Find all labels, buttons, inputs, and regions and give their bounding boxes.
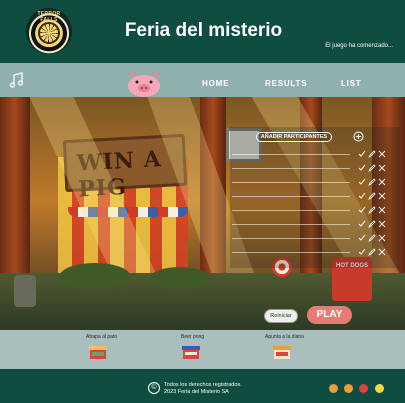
delete-icon[interactable] bbox=[378, 192, 386, 200]
participant-row bbox=[230, 248, 400, 256]
youtube-icon[interactable] bbox=[375, 384, 384, 393]
delete-icon[interactable] bbox=[378, 206, 386, 214]
check-icon[interactable] bbox=[358, 206, 366, 214]
beer-pong-icon[interactable] bbox=[181, 344, 201, 360]
delete-icon[interactable] bbox=[378, 220, 386, 228]
nav-home[interactable]: HOME bbox=[202, 79, 229, 88]
participant-name-line[interactable] bbox=[232, 168, 350, 169]
footer-company: 2023 Feria del Misterio SA bbox=[164, 389, 229, 395]
nav-list[interactable]: LIST bbox=[341, 79, 362, 88]
copyright-icon: © bbox=[148, 382, 160, 394]
add-participant-icon[interactable] bbox=[353, 131, 364, 142]
instagram-icon[interactable] bbox=[344, 384, 353, 393]
target-booth-icon[interactable] bbox=[272, 344, 292, 360]
participant-name-line[interactable] bbox=[232, 196, 350, 197]
edit-icon[interactable] bbox=[368, 178, 376, 186]
edit-icon[interactable] bbox=[368, 192, 376, 200]
duck-booth-icon[interactable] bbox=[88, 344, 108, 360]
pinterest-icon[interactable] bbox=[359, 384, 368, 393]
participant-row bbox=[230, 164, 400, 172]
delete-icon[interactable] bbox=[378, 164, 386, 172]
add-participants-button[interactable]: AÑADIR PARTICIPANTES bbox=[256, 132, 332, 142]
participant-row bbox=[230, 192, 400, 200]
delete-icon[interactable] bbox=[378, 234, 386, 242]
check-icon[interactable] bbox=[358, 248, 366, 256]
edit-icon[interactable] bbox=[368, 248, 376, 256]
delete-icon[interactable] bbox=[378, 248, 386, 256]
game-label-target: Apunta a la diana bbox=[265, 334, 304, 340]
participant-name-line[interactable] bbox=[232, 182, 350, 183]
nav-results[interactable]: RESULTS bbox=[265, 79, 307, 88]
facebook-icon[interactable] bbox=[329, 384, 338, 393]
bush bbox=[60, 263, 130, 289]
reset-button[interactable]: Reiniciar bbox=[264, 309, 298, 323]
game-label-duck: Atrapa al pato bbox=[86, 334, 118, 340]
edit-icon[interactable] bbox=[368, 206, 376, 214]
participant-name-line[interactable] bbox=[232, 238, 350, 239]
delete-icon[interactable] bbox=[378, 178, 386, 186]
page-title: Feria del misterio bbox=[124, 20, 283, 41]
edit-icon[interactable] bbox=[368, 150, 376, 158]
participant-row bbox=[230, 178, 400, 186]
check-icon[interactable] bbox=[358, 220, 366, 228]
edit-icon[interactable] bbox=[368, 164, 376, 172]
barrel bbox=[14, 275, 36, 307]
check-icon[interactable] bbox=[358, 192, 366, 200]
edit-icon[interactable] bbox=[368, 220, 376, 228]
music-note-icon[interactable] bbox=[10, 72, 24, 88]
check-icon[interactable] bbox=[358, 178, 366, 186]
check-icon[interactable] bbox=[358, 164, 366, 172]
participant-name-line[interactable] bbox=[232, 252, 350, 253]
participant-row bbox=[230, 220, 400, 228]
game-status-text: El juego ha comenzado... bbox=[325, 43, 393, 49]
participant-name-line[interactable] bbox=[232, 154, 350, 155]
bush bbox=[150, 267, 210, 289]
game-label-beer-pong: Beer pong bbox=[181, 334, 205, 340]
participant-row bbox=[230, 206, 400, 214]
pig-mascot-icon[interactable] bbox=[126, 70, 162, 98]
check-icon[interactable] bbox=[358, 234, 366, 242]
check-icon[interactable] bbox=[358, 150, 366, 158]
participant-name-line[interactable] bbox=[232, 210, 350, 211]
participant-row bbox=[230, 234, 400, 242]
play-button[interactable]: PLAY bbox=[307, 306, 352, 324]
tree-trunk bbox=[0, 97, 30, 297]
delete-icon[interactable] bbox=[378, 150, 386, 158]
participant-name-line[interactable] bbox=[232, 224, 350, 225]
edit-icon[interactable] bbox=[368, 234, 376, 242]
participant-row bbox=[230, 150, 400, 158]
footer-rights: Todos los derechos registrados. bbox=[164, 382, 242, 388]
